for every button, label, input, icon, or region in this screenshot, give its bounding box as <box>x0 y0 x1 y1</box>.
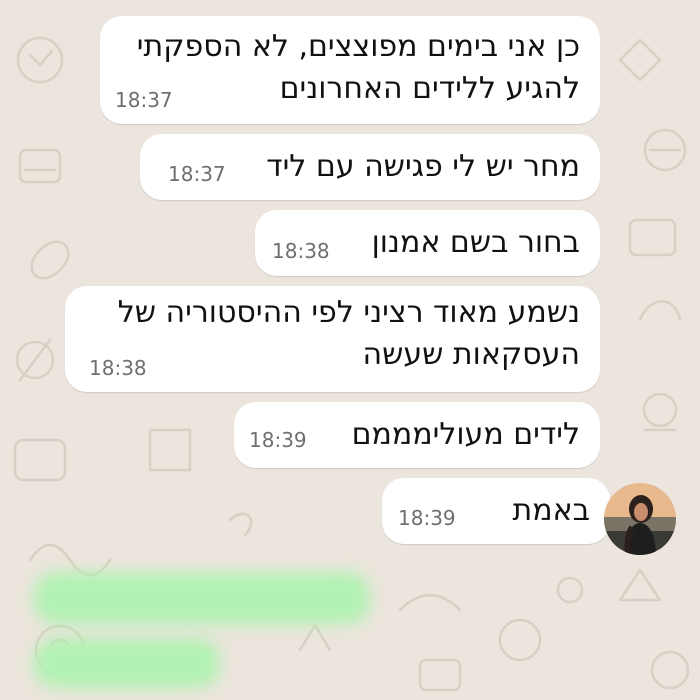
incoming-message[interactable]: באמת 18:39 <box>382 478 610 544</box>
message-text: לידים מעולימממם <box>352 414 580 456</box>
incoming-message[interactable]: לידים מעולימממם 18:39 <box>234 402 600 468</box>
message-text: מחר יש לי פגישה עם ליד <box>266 146 580 188</box>
message-line: מחר יש לי פגישה עם ליד <box>266 149 580 184</box>
contact-avatar-icon[interactable] <box>604 483 676 555</box>
message-line: לידים מעולימממם <box>351 417 580 452</box>
message-text: בחור בשם אמנון <box>372 222 580 264</box>
message-text: באמת <box>513 490 591 532</box>
message-line: העסקאות שעשה <box>362 337 581 372</box>
message-line: בחור בשם אמנון <box>371 225 580 260</box>
message-line: באמת <box>512 493 591 528</box>
incoming-message[interactable]: מחר יש לי פגישה עם ליד 18:37 <box>140 134 600 200</box>
message-text: כן אני בימים מפוצצים, לא הספקתי להגיע לל… <box>137 26 580 110</box>
blurred-outgoing-message[interactable] <box>34 638 220 688</box>
blurred-outgoing-message[interactable] <box>34 572 370 624</box>
message-line: להגיע ללידים האחרונים <box>279 71 580 106</box>
message-text: נשמע מאוד רציני לפי ההיסטוריה של העסקאות… <box>118 292 580 376</box>
message-timestamp: 18:38 <box>272 239 330 263</box>
message-timestamp: 18:37 <box>168 162 226 186</box>
message-line: כן אני בימים מפוצצים, לא הספקתי <box>136 29 580 64</box>
incoming-message[interactable]: כן אני בימים מפוצצים, לא הספקתי להגיע לל… <box>100 16 600 124</box>
incoming-message[interactable]: נשמע מאוד רציני לפי ההיסטוריה של העסקאות… <box>65 286 600 392</box>
message-timestamp: 18:37 <box>115 88 173 112</box>
message-line: נשמע מאוד רציני לפי ההיסטוריה של <box>117 295 580 330</box>
message-timestamp: 18:39 <box>398 506 456 530</box>
message-timestamp: 18:38 <box>89 356 147 380</box>
message-timestamp: 18:39 <box>249 428 307 452</box>
incoming-message[interactable]: בחור בשם אמנון 18:38 <box>255 210 600 276</box>
